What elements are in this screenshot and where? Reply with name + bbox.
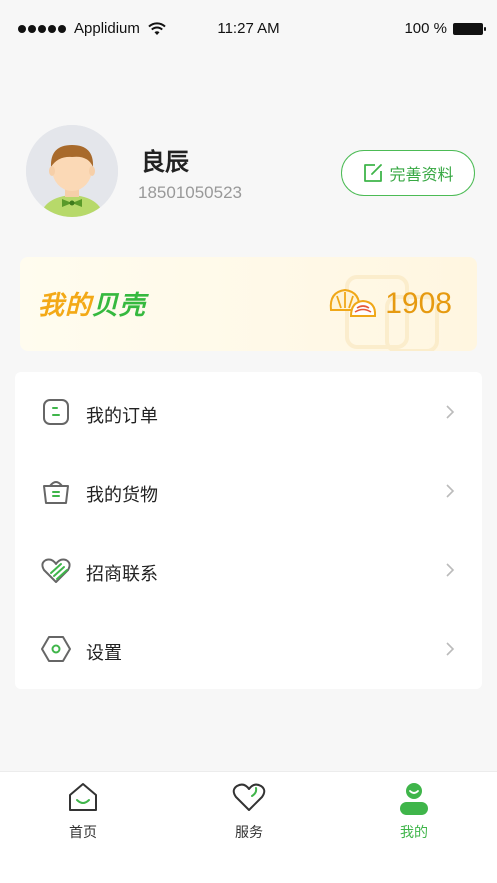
chevron-right-icon — [446, 484, 455, 498]
shells-title-part2: 贝壳 — [92, 291, 147, 321]
tab-mine[interactable]: 我的 — [364, 772, 464, 852]
menu-label-orders: 我的订单 — [86, 406, 158, 427]
settings-hexagon-icon — [41, 636, 71, 662]
user-phone: 18501050523 — [138, 183, 243, 202]
shells-title: 我的贝壳 — [38, 285, 146, 322]
edit-profile-label: 完善资料 — [389, 165, 454, 184]
menu-item-orders[interactable]: 我的订单 — [15, 374, 482, 453]
battery-icon — [453, 22, 486, 35]
status-bar: Applidium 11:27 AM 100 % — [0, 0, 497, 60]
shell-icon — [329, 288, 377, 317]
handshake-heart-icon — [41, 558, 71, 583]
menu-item-settings[interactable]: 设置 — [15, 611, 482, 690]
tab-home-label: 首页 — [69, 825, 97, 841]
menu-label-goods: 我的货物 — [86, 485, 158, 506]
order-icon — [43, 399, 69, 425]
menu-label-business-contact: 招商联系 — [86, 564, 158, 585]
status-right: 100 % — [404, 20, 486, 37]
basket-icon — [43, 481, 69, 504]
avatar[interactable] — [26, 125, 118, 217]
tab-service[interactable]: 服务 — [199, 772, 299, 852]
menu-label-settings: 设置 — [86, 643, 122, 664]
menu-item-goods[interactable]: 我的货物 — [15, 453, 482, 532]
heart-icon — [232, 783, 266, 811]
tab-bar: 首页 服务 我的 — [0, 771, 497, 883]
tab-service-label: 服务 — [235, 825, 263, 841]
edit-icon — [364, 164, 383, 182]
profile-header: 良辰 18501050523 完善资料 — [26, 125, 478, 220]
profile-screen: Applidium 11:27 AM 100 % 良辰 18501050523 … — [0, 0, 497, 883]
user-name: 良辰 — [141, 148, 189, 176]
shells-count: 1908 — [385, 287, 452, 320]
tab-mine-label: 我的 — [400, 825, 428, 841]
home-icon — [69, 783, 97, 811]
user-icon — [400, 783, 428, 815]
avatar-boy-icon — [26, 125, 118, 217]
battery-percent: 100 % — [404, 20, 447, 37]
edit-profile-button[interactable]: 完善资料 — [341, 150, 475, 196]
menu-item-business-contact[interactable]: 招商联系 — [15, 532, 482, 611]
shells-title-part1: 我的 — [38, 291, 93, 321]
my-shells-card[interactable]: 我的贝壳 1908 — [20, 257, 477, 351]
menu-list: 我的订单 我的货物 招商联系 设置 — [15, 372, 482, 689]
chevron-right-icon — [446, 642, 455, 656]
tab-home[interactable]: 首页 — [33, 772, 133, 852]
chevron-right-icon — [446, 563, 455, 577]
chevron-right-icon — [446, 405, 455, 419]
